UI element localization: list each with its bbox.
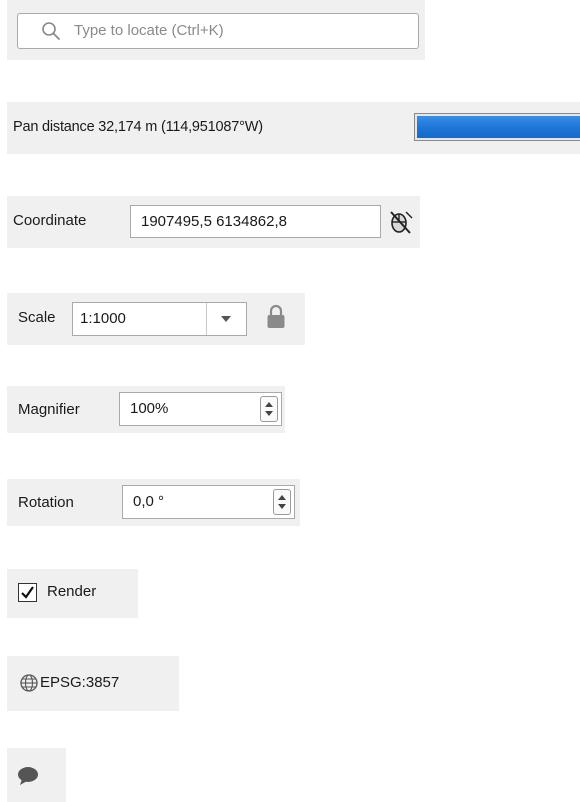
magnifier-stepper[interactable]	[260, 396, 278, 422]
globe-icon	[20, 674, 38, 692]
messages-button[interactable]	[7, 748, 66, 802]
crs-label: EPSG:3857	[40, 674, 120, 691]
render-checkbox[interactable]	[18, 583, 37, 602]
crs-button[interactable]: EPSG:3857	[7, 656, 179, 711]
magnifier-value: 100%	[130, 400, 169, 417]
magnifier-spinbox[interactable]: 100%	[119, 392, 282, 426]
speech-bubble-icon	[18, 767, 38, 785]
checkmark-icon	[21, 586, 34, 599]
rotation-spinbox[interactable]: 0,0 °	[122, 485, 295, 519]
coordinate-widget: Coordinate 1907495,5 6134862,8	[7, 196, 420, 248]
render-label: Render	[47, 583, 97, 600]
magnifier-label: Magnifier	[18, 401, 80, 418]
render-widget: Render	[7, 569, 138, 618]
mouse-pointer-toggle-icon[interactable]	[388, 209, 414, 235]
locator-placeholder: Type to locate (Ctrl+K)	[74, 22, 224, 39]
up-down-arrows-icon	[278, 495, 286, 509]
scale-combobox[interactable]: 1:1000	[72, 302, 247, 336]
chevron-down-icon	[221, 316, 231, 322]
coordinate-input[interactable]: 1907495,5 6134862,8	[130, 205, 381, 238]
pan-progress-bar	[414, 113, 580, 141]
pan-distance-label: Pan distance 32,174 m (114,951087°W)	[13, 119, 263, 135]
pan-distance-widget: Pan distance 32,174 m (114,951087°W)	[7, 102, 580, 154]
scale-widget: Scale 1:1000	[7, 293, 305, 345]
magnifier-widget: Magnifier 100%	[7, 386, 285, 433]
scale-dropdown-button[interactable]	[206, 303, 246, 335]
rotation-value: 0,0 °	[133, 493, 165, 510]
coordinate-value: 1907495,5 6134862,8	[141, 213, 287, 230]
up-down-arrows-icon	[265, 402, 273, 416]
coordinate-label: Coordinate	[13, 212, 87, 229]
rotation-stepper[interactable]	[273, 489, 291, 515]
scale-value: 1:1000	[80, 310, 126, 327]
rotation-label: Rotation	[18, 494, 74, 511]
pan-progress-fill	[417, 116, 580, 138]
search-icon	[42, 22, 60, 40]
lock-icon[interactable]	[266, 304, 286, 330]
locator-search-input[interactable]: Type to locate (Ctrl+K)	[17, 13, 419, 49]
rotation-widget: Rotation 0,0 °	[7, 479, 300, 526]
locator-bar: Type to locate (Ctrl+K)	[7, 0, 425, 60]
scale-label: Scale	[18, 309, 56, 326]
